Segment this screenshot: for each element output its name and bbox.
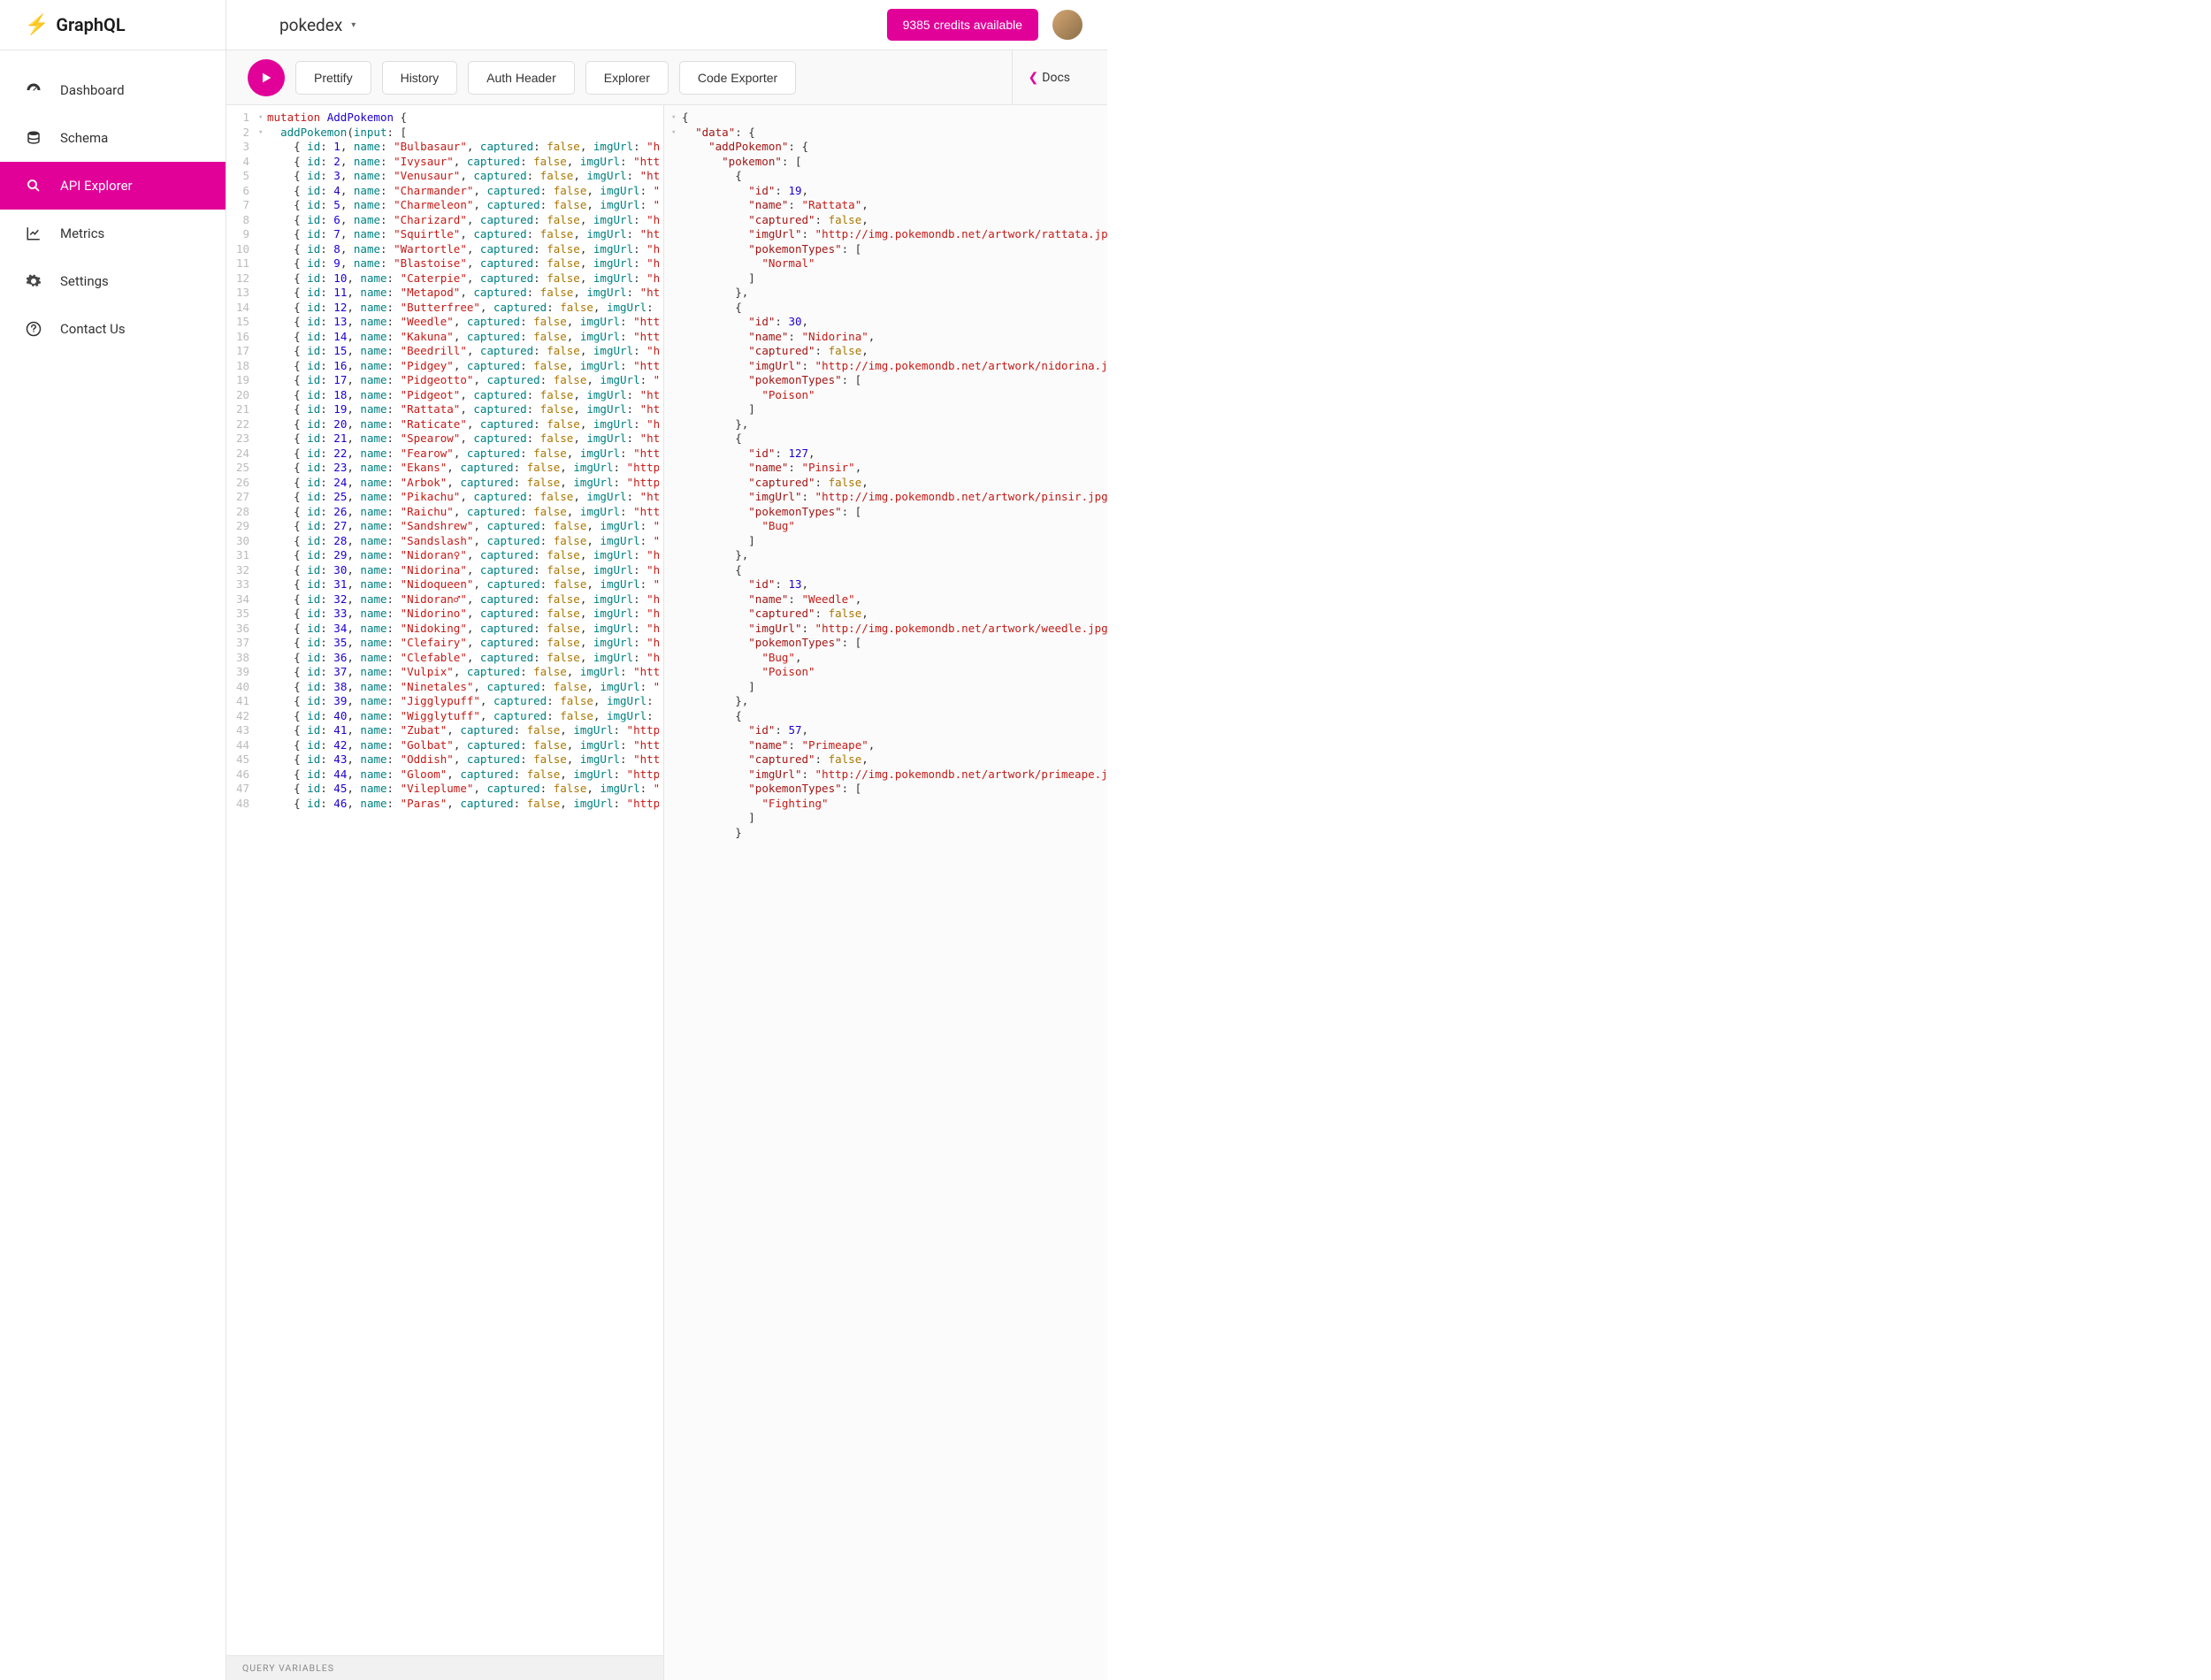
- run-button[interactable]: [248, 59, 285, 96]
- query-pane: 1▾mutation AddPokemon {2▾ addPokemon(inp…: [226, 105, 664, 1680]
- toolbar: Prettify History Auth Header Explorer Co…: [226, 50, 1107, 105]
- query-variables-toggle[interactable]: QUERY VARIABLES: [226, 1655, 663, 1680]
- project-selector[interactable]: pokedex ▾: [251, 15, 356, 35]
- sidebar-item-settings[interactable]: Settings: [0, 257, 226, 305]
- sidebar-item-label: Dashboard: [60, 82, 125, 98]
- prettify-button[interactable]: Prettify: [295, 61, 371, 95]
- sidebar: ⚡ GraphQL Dashboard Schema API Explore: [0, 0, 226, 1680]
- auth-header-button[interactable]: Auth Header: [468, 61, 575, 95]
- credits-button[interactable]: 9385 credits available: [887, 9, 1038, 41]
- play-icon: [259, 71, 273, 85]
- avatar[interactable]: [1052, 10, 1083, 40]
- caret-down-icon: ▾: [351, 20, 356, 30]
- bolt-icon: ⚡: [25, 14, 49, 36]
- sidebar-item-label: Metrics: [60, 225, 104, 241]
- explorer-button[interactable]: Explorer: [585, 61, 669, 95]
- logo-text: GraphQL: [56, 14, 125, 35]
- topbar: pokedex ▾ 9385 credits available: [226, 0, 1107, 50]
- sidebar-item-label: API Explorer: [60, 178, 133, 194]
- docs-label: Docs: [1042, 71, 1070, 85]
- sidebar-item-api-explorer[interactable]: API Explorer: [0, 162, 226, 210]
- database-icon: [25, 130, 42, 146]
- project-name: pokedex: [279, 15, 342, 35]
- sidebar-item-label: Schema: [60, 130, 108, 146]
- question-icon: [25, 321, 42, 337]
- logo[interactable]: ⚡ GraphQL: [0, 0, 226, 50]
- history-button[interactable]: History: [382, 61, 458, 95]
- docs-button[interactable]: ❮ Docs: [1012, 50, 1086, 105]
- sidebar-item-label: Settings: [60, 273, 109, 289]
- nav: Dashboard Schema API Explorer Metrics: [0, 50, 226, 353]
- query-editor[interactable]: 1▾mutation AddPokemon {2▾ addPokemon(inp…: [226, 105, 663, 1655]
- gauge-icon: [25, 82, 42, 98]
- sidebar-item-label: Contact Us: [60, 321, 126, 337]
- result-pane[interactable]: ▾{▾ "data": { "addPokemon": { "pokemon":…: [664, 105, 1107, 1680]
- sidebar-item-contact[interactable]: Contact Us: [0, 305, 226, 353]
- sidebar-item-schema[interactable]: Schema: [0, 114, 226, 162]
- sidebar-item-dashboard[interactable]: Dashboard: [0, 66, 226, 114]
- gear-icon: [25, 273, 42, 289]
- chart-icon: [25, 225, 42, 241]
- search-icon: [25, 178, 42, 194]
- chevron-left-icon: ❮: [1029, 71, 1039, 85]
- main: pokedex ▾ 9385 credits available Prettif…: [226, 0, 1107, 1680]
- code-exporter-button[interactable]: Code Exporter: [679, 61, 796, 95]
- editor-area: 1▾mutation AddPokemon {2▾ addPokemon(inp…: [226, 105, 1107, 1680]
- sidebar-item-metrics[interactable]: Metrics: [0, 210, 226, 257]
